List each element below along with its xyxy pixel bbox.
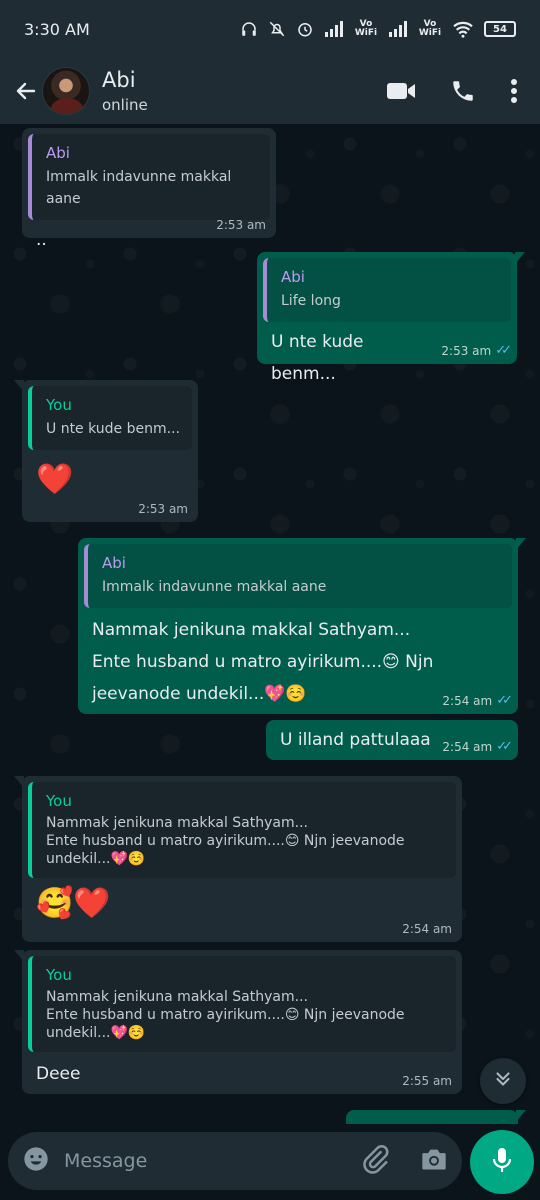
quoted-message[interactable]: Abi Immalk indavunne makkal aane <box>28 134 270 220</box>
headphones-icon <box>240 20 258 38</box>
signal-icon-2 <box>388 21 408 37</box>
quote-line: Nammak jenikuna makkal Sathyam... <box>46 988 446 1006</box>
battery-indicator: 54 <box>484 21 516 37</box>
message-bubble-outgoing[interactable]: U illand pattulaaa 2:54 am ✓✓ <box>266 720 518 760</box>
quote-author: Abi <box>102 552 502 574</box>
voice-message-button[interactable] <box>470 1130 534 1194</box>
quote-author: Abi <box>46 142 260 164</box>
quote-text: Immalk indavunne makkal aane <box>46 166 260 210</box>
message-time: 2:54 am <box>442 694 492 708</box>
vowifi-label-2: Vo WiFi <box>418 20 442 38</box>
phone-icon[interactable] <box>450 78 476 104</box>
message-time: 2:55 am <box>402 1074 452 1088</box>
alarm-icon <box>296 20 314 38</box>
bubble-tail <box>515 252 525 264</box>
message-emoji: 🥰❤️ <box>28 878 456 924</box>
message-meta: 2:54 am ✓✓ <box>442 693 508 708</box>
input-icons <box>360 1144 448 1178</box>
contact-info[interactable]: Abi online <box>102 68 148 114</box>
back-arrow-icon[interactable] <box>12 77 40 105</box>
bubble-tail <box>14 776 24 788</box>
quote-author: Abi <box>281 266 501 288</box>
message-time: 2:53 am <box>216 218 266 232</box>
message-input[interactable]: Message <box>64 1150 360 1172</box>
more-vert-icon[interactable] <box>510 78 518 104</box>
message-bubble-incoming[interactable]: You Nammak jenikuna makkal Sathyam... En… <box>22 776 462 942</box>
double-chevron-down-icon <box>492 1068 514 1094</box>
quote-text: U nte kude benm... <box>46 418 182 440</box>
message-bubble-outgoing[interactable] <box>346 1110 518 1124</box>
chat-area[interactable]: Abi Immalk indavunne makkal aane .. 2:53… <box>0 124 540 1124</box>
quote-line: Ente husband u matro ayirikum....😊 Njn j… <box>46 832 446 850</box>
message-meta: 2:53 am <box>216 218 266 232</box>
quote-line: Nammak jenikuna makkal Sathyam... <box>46 814 446 832</box>
vowifi-label: Vo WiFi <box>354 20 378 38</box>
message-bubble-outgoing[interactable]: Abi Life long U nte kude benm... 2:53 am… <box>257 252 517 364</box>
message-bubble-incoming[interactable]: You Nammak jenikuna makkal Sathyam... En… <box>22 950 462 1094</box>
status-bar: 3:30 AM Vo WiFi Vo WiFi 54 <box>0 0 540 58</box>
quoted-message[interactable]: You Nammak jenikuna makkal Sathyam... En… <box>28 782 456 878</box>
quoted-message[interactable]: Abi Immalk indavunne makkal aane <box>84 544 512 608</box>
header-actions <box>386 78 528 104</box>
quote-author: You <box>46 964 446 986</box>
attach-icon[interactable] <box>360 1144 390 1178</box>
scroll-to-bottom-button[interactable] <box>480 1058 526 1104</box>
message-time: 2:53 am <box>441 344 491 358</box>
bubble-tail <box>516 538 526 550</box>
chat-header: Abi online <box>0 58 540 124</box>
bubble-tail <box>516 1110 526 1122</box>
message-time: 2:54 am <box>402 922 452 936</box>
message-meta: 2:53 am <box>138 502 188 516</box>
quote-text: Life long <box>281 290 501 312</box>
bubble-tail <box>14 380 24 392</box>
quoted-message[interactable]: You Nammak jenikuna makkal Sathyam... En… <box>28 956 456 1052</box>
wifi-icon <box>452 20 474 38</box>
mic-icon <box>490 1146 514 1178</box>
quoted-message[interactable]: You U nte kude benm... <box>28 386 192 450</box>
contact-name: Abi <box>102 68 148 92</box>
video-call-icon[interactable] <box>386 80 416 102</box>
quote-line: undekil...💖☺️ <box>46 1024 446 1042</box>
quote-author: You <box>46 394 182 416</box>
message-bubble-incoming[interactable]: Abi Immalk indavunne makkal aane .. 2:53… <box>22 128 276 238</box>
read-ticks-icon: ✓✓ <box>495 343 507 358</box>
avatar[interactable] <box>42 67 90 115</box>
message-meta: 2:54 am ✓✓ <box>442 739 508 754</box>
quote-line: undekil...💖☺️ <box>46 850 446 868</box>
camera-icon[interactable] <box>420 1146 448 1176</box>
message-emoji: ❤️ <box>28 450 192 500</box>
signal-icon <box>324 21 344 37</box>
message-line: Nammak jenikuna makkal Sathyam... <box>92 614 506 646</box>
read-ticks-icon: ✓✓ <box>496 693 508 708</box>
read-ticks-icon: ✓✓ <box>496 739 508 754</box>
bubble-tail <box>14 950 24 962</box>
status-time: 3:30 AM <box>24 20 90 39</box>
status-icons: Vo WiFi Vo WiFi 54 <box>240 20 516 38</box>
message-text: Deee <box>28 1052 456 1090</box>
message-time: 2:54 am <box>442 740 492 754</box>
message-meta: 2:53 am ✓✓ <box>441 343 507 358</box>
message-bubble-outgoing[interactable]: Abi Immalk indavunne makkal aane Nammak … <box>78 538 518 714</box>
quoted-message[interactable]: Abi Life long <box>263 258 511 322</box>
message-composer[interactable]: Message <box>8 1132 462 1190</box>
quote-line: Ente husband u matro ayirikum....😊 Njn j… <box>46 1006 446 1024</box>
emoji-icon[interactable] <box>22 1145 50 1177</box>
mute-icon <box>268 20 286 38</box>
quote-text: Immalk indavunne makkal aane <box>102 576 502 598</box>
message-meta: 2:55 am <box>402 1074 452 1088</box>
message-time: 2:53 am <box>138 502 188 516</box>
message-bubble-incoming[interactable]: You U nte kude benm... ❤️ 2:53 am <box>22 380 198 522</box>
message-meta: 2:54 am <box>402 922 452 936</box>
contact-status: online <box>102 96 148 114</box>
quote-author: You <box>46 790 446 812</box>
message-line: Ente husband u matro ayirikum....😊 Njn <box>92 646 506 678</box>
